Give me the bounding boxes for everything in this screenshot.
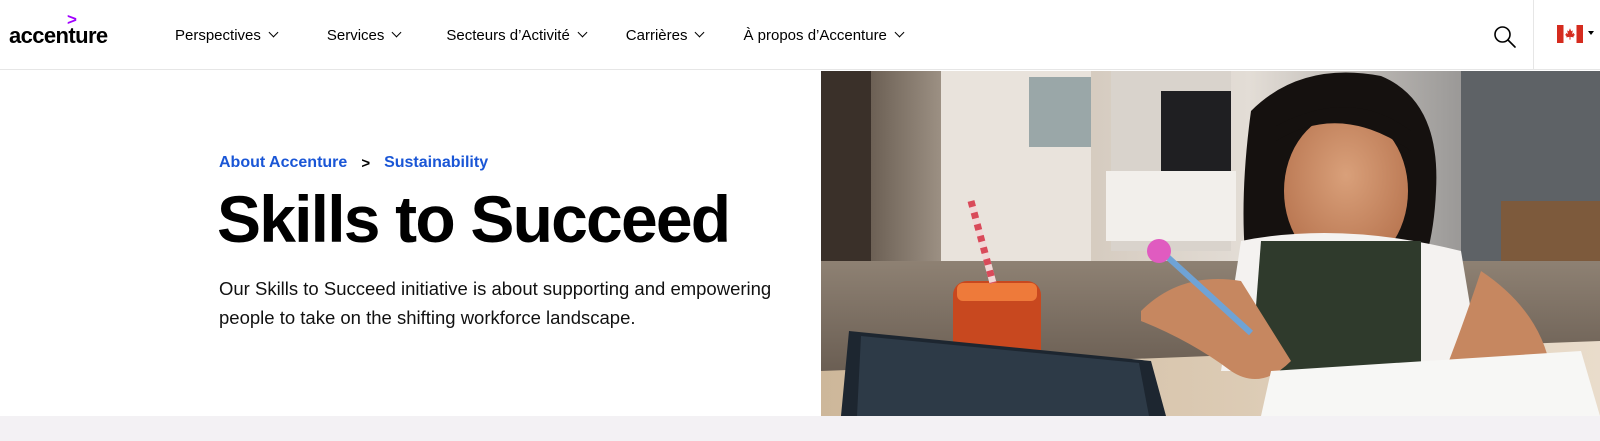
nav-item-label: Services — [326, 26, 385, 44]
canada-flag-icon[interactable] — [1557, 25, 1600, 45]
logo-text: accenture — [9, 23, 108, 48]
nav-item-services[interactable]: Services — [326, 26, 402, 44]
chevron-down-icon — [391, 27, 402, 38]
search-icon[interactable] — [1492, 24, 1518, 50]
nav-item-label: Carrières — [625, 26, 688, 44]
nav-item-about[interactable]: À propos d’Accenture — [743, 26, 905, 44]
nav-item-label: Perspectives — [175, 26, 261, 44]
nav-divider — [1533, 0, 1534, 70]
breadcrumb-separator: > — [361, 154, 371, 172]
breadcrumb-sustainability[interactable]: Sustainability — [384, 154, 488, 172]
chevron-down-icon — [695, 27, 705, 38]
nav-item-industries[interactable]: Secteurs d’Activité — [446, 26, 588, 44]
section-divider-band — [0, 416, 1600, 441]
breadcrumb-about-accenture[interactable]: About Accenture — [219, 154, 347, 172]
chevron-down-icon — [577, 27, 588, 38]
nav-item-perspectives[interactable]: Perspectives — [175, 26, 279, 44]
main-nav: Perspectives Services Secteurs d’Activit… — [175, 0, 905, 70]
photo-girl-studying-icon — [821, 71, 1600, 416]
chevron-down-icon — [1588, 31, 1594, 35]
breadcrumb: About Accenture > Sustainability — [219, 154, 488, 172]
accenture-logo[interactable]: > accenture — [9, 11, 119, 49]
nav-item-label: À propos d’Accenture — [743, 26, 887, 44]
chevron-down-icon — [268, 27, 279, 38]
hero-description: Our Skills to Succeed initiative is abou… — [219, 278, 772, 328]
page-title: Skills to Succeed — [217, 182, 731, 256]
top-navigation-bar: > accenture Perspectives Services Secteu… — [0, 0, 1600, 70]
nav-item-careers[interactable]: Carrières — [625, 26, 705, 44]
chevron-down-icon — [894, 27, 905, 38]
nav-item-label: Secteurs d’Activité — [446, 26, 570, 44]
hero-section: About Accenture > Sustainability Skills … — [0, 71, 1600, 416]
